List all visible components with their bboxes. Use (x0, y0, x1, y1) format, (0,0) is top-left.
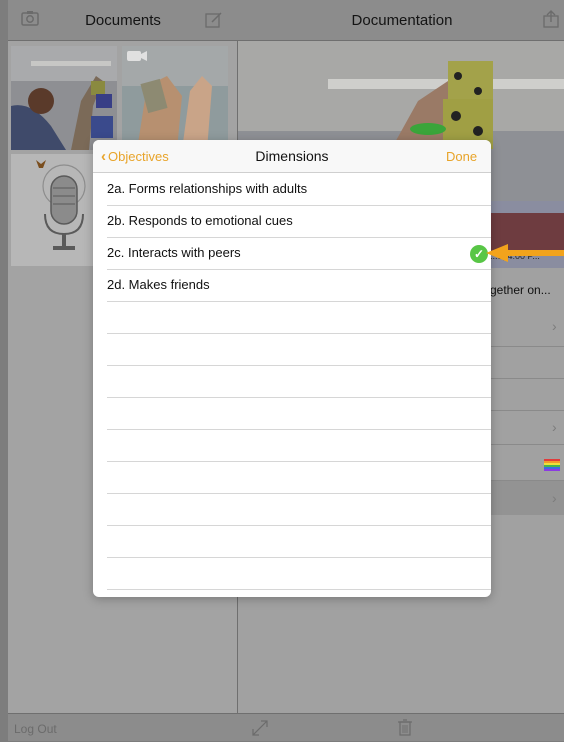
rainbow-flag-icon (544, 458, 560, 471)
empty-row (107, 461, 491, 494)
detail-row (490, 378, 564, 411)
back-label: Objectives (108, 149, 169, 164)
video-thumbnail[interactable] (122, 46, 228, 150)
expand-icon[interactable] (251, 719, 269, 742)
list-item[interactable]: 2c. Interacts with peers ✓ (107, 237, 491, 270)
detail-row (490, 444, 564, 481)
list-item-label: 2c. Interacts with peers (107, 245, 241, 260)
empty-row (107, 333, 491, 366)
documentation-title: Documentation (351, 12, 453, 29)
documents-title: Documents (85, 12, 161, 29)
empty-row (107, 301, 491, 334)
list-item-label: 2d. Makes friends (107, 277, 210, 292)
list-item-label: 2b. Responds to emotional cues (107, 213, 293, 228)
chevron-left-icon: ‹ (101, 148, 106, 165)
empty-row (107, 397, 491, 430)
documents-bottom-bar: Log Out (8, 713, 237, 741)
documentation-bottom-bar (237, 713, 564, 741)
detail-row-selected[interactable]: › (490, 481, 564, 515)
empty-row (107, 493, 491, 526)
photo-thumbnail[interactable] (11, 46, 117, 150)
empty-row (107, 525, 491, 558)
list-item[interactable]: 2d. Makes friends (107, 269, 491, 302)
dimensions-modal: ‹ Objectives Dimensions Done 2a. Forms re… (93, 140, 491, 597)
compose-icon[interactable] (205, 11, 223, 34)
empty-row (107, 365, 491, 398)
list-item-label: 2a. Forms relationships with adults (107, 181, 308, 196)
camera-icon[interactable] (21, 10, 39, 30)
empty-row (107, 557, 491, 590)
detail-row (490, 346, 564, 379)
modal-nav-bar: ‹ Objectives Dimensions Done (93, 140, 491, 173)
done-button[interactable]: Done (446, 149, 477, 164)
note-preview: gether on... (490, 283, 551, 297)
trash-icon[interactable] (397, 718, 413, 741)
empty-row (107, 429, 491, 462)
list-item[interactable]: 2b. Responds to emotional cues (107, 205, 491, 238)
arrow-icon (484, 242, 564, 264)
detail-row[interactable]: › (490, 410, 564, 445)
detail-row[interactable]: › (490, 308, 564, 347)
list-item[interactable]: 2a. Forms relationships with adults (107, 173, 491, 206)
share-icon[interactable] (542, 10, 560, 33)
logout-button[interactable]: Log Out (14, 722, 57, 736)
documents-toolbar: Documents (8, 0, 237, 41)
back-button[interactable]: ‹ Objectives (101, 148, 169, 166)
documentation-toolbar: Documentation (237, 0, 564, 41)
modal-title: Dimensions (255, 148, 329, 164)
